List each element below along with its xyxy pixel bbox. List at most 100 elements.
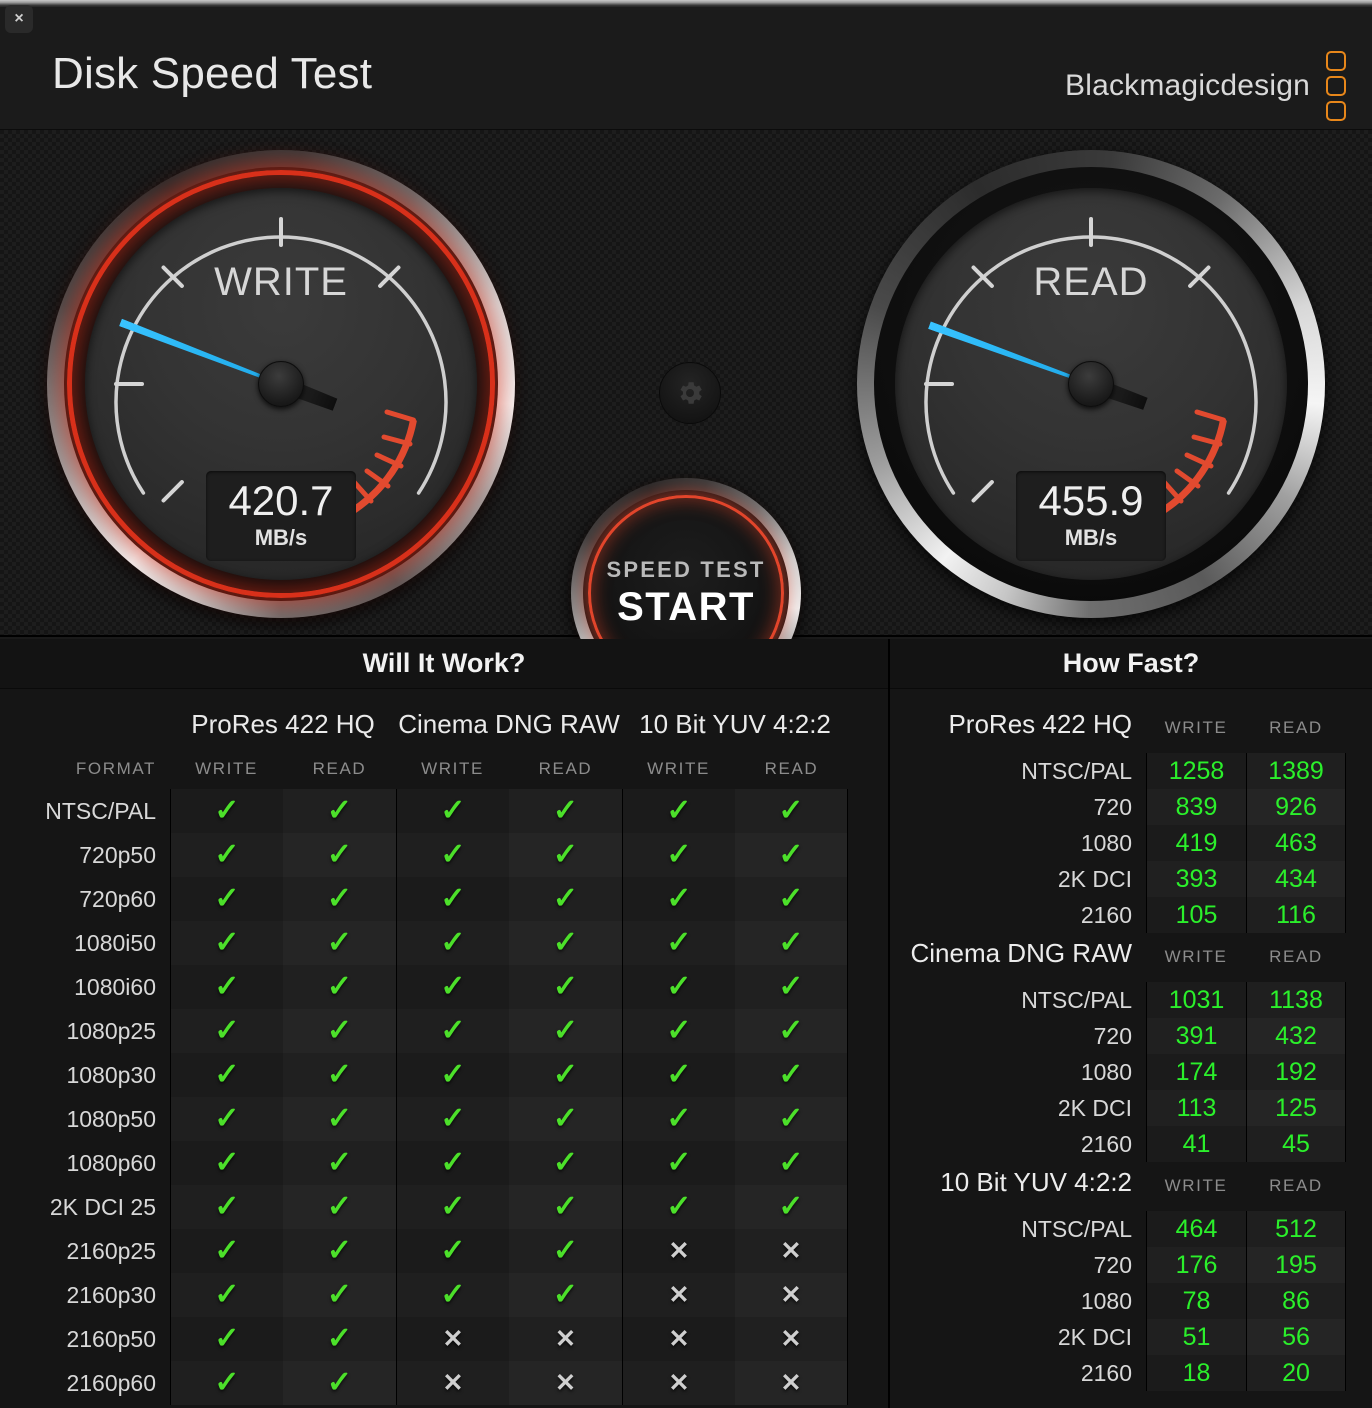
close-window-button[interactable]: × — [5, 5, 33, 33]
supported-cell: ✓ — [509, 877, 622, 921]
check-icon: ✓ — [326, 1102, 353, 1135]
row-resolution-label: 1080 — [1080, 829, 1132, 856]
check-icon: ✓ — [214, 1234, 240, 1267]
will-it-work-group-2: 10 Bit YUV 4:2:2 — [639, 709, 831, 739]
check-icon: ✓ — [326, 838, 353, 871]
check-icon: ✓ — [326, 926, 353, 959]
check-icon: ✓ — [552, 1058, 579, 1091]
check-icon: ✓ — [778, 838, 804, 871]
check-icon: ✓ — [214, 1278, 240, 1311]
table-row: 2160p25 ✓ ✓ ✓ ✓ ✕ ✕ — [0, 1229, 888, 1273]
read-speed-value: 1138 — [1246, 982, 1346, 1018]
row-resolution-label: 2160 — [1080, 1359, 1132, 1386]
supported-cell: ✓ — [283, 1053, 396, 1097]
supported-cell: ✓ — [509, 1053, 622, 1097]
write-speed-value: 1258 — [1146, 753, 1246, 789]
row-format-label: NTSC/PAL — [45, 797, 156, 824]
supported-cell: ✓ — [170, 921, 283, 965]
supported-cell: ✓ — [735, 921, 848, 965]
check-icon: ✓ — [778, 1102, 804, 1135]
check-icon: ✓ — [778, 1058, 804, 1091]
check-icon: ✓ — [552, 1278, 579, 1311]
unsupported-cell: ✕ — [622, 1229, 735, 1273]
check-icon: ✓ — [440, 1190, 466, 1223]
check-icon: ✓ — [440, 838, 466, 871]
check-icon: ✓ — [440, 1102, 466, 1135]
check-icon: ✓ — [552, 882, 579, 915]
check-icon: ✓ — [666, 1014, 692, 1047]
check-icon: ✓ — [326, 794, 353, 827]
cross-icon: ✕ — [555, 1324, 576, 1353]
check-icon: ✓ — [214, 838, 240, 871]
check-icon: ✓ — [552, 1102, 579, 1135]
supported-cell: ✓ — [396, 1141, 509, 1185]
check-icon: ✓ — [440, 1278, 466, 1311]
supported-cell: ✓ — [622, 1185, 735, 1229]
check-icon: ✓ — [552, 794, 579, 827]
table-row: 2160p50 ✓ ✓ ✕ ✕ ✕ ✕ — [0, 1317, 888, 1361]
will-it-work-subheader-0: WRITE — [195, 759, 258, 778]
supported-cell: ✓ — [735, 877, 848, 921]
write-column-header: WRITE — [1164, 947, 1228, 966]
write-value: 420.7 — [228, 477, 334, 524]
table-row: 2160p30 ✓ ✓ ✓ ✓ ✕ ✕ — [0, 1273, 888, 1317]
unsupported-cell: ✕ — [622, 1317, 735, 1361]
check-icon: ✓ — [778, 794, 804, 827]
write-readout: 420.7 MB/s — [206, 471, 356, 562]
how-fast-section-header: Cinema DNG RAW WRITE READ — [890, 938, 1372, 982]
table-row: 2160 18 20 — [890, 1355, 1372, 1391]
supported-cell: ✓ — [622, 1053, 735, 1097]
write-gauge-hub — [258, 361, 304, 407]
read-gauge-face: READ 455.9 MB/s — [895, 188, 1287, 580]
supported-cell: ✓ — [396, 965, 509, 1009]
table-row: 1080i60 ✓ ✓ ✓ ✓ ✓ ✓ — [0, 965, 888, 1009]
check-icon: ✓ — [214, 882, 240, 915]
how-fast-section-title: 10 Bit YUV 4:2:2 — [940, 1167, 1132, 1197]
how-fast-section-title: ProRes 422 HQ — [948, 709, 1132, 739]
read-speed-value: 434 — [1246, 861, 1346, 897]
supported-cell: ✓ — [170, 1053, 283, 1097]
check-icon: ✓ — [666, 926, 692, 959]
row-resolution-label: 720 — [1093, 793, 1132, 820]
table-row: 1080 419 463 — [890, 825, 1372, 861]
supported-cell: ✓ — [622, 1097, 735, 1141]
supported-cell: ✓ — [283, 1317, 396, 1361]
window-title-bar — [0, 0, 1372, 7]
write-speed-value: 464 — [1146, 1211, 1246, 1247]
check-icon: ✓ — [214, 1058, 240, 1091]
start-button-subtitle: SPEED TEST — [606, 556, 766, 582]
settings-button[interactable] — [659, 362, 721, 424]
results-area: Will It Work? How Fast? ProRes 422 HQ Cin… — [0, 639, 1372, 1408]
supported-cell: ✓ — [735, 1097, 848, 1141]
check-icon: ✓ — [440, 970, 466, 1003]
cross-icon: ✕ — [668, 1236, 690, 1265]
check-icon: ✓ — [778, 926, 804, 959]
check-icon: ✓ — [666, 1190, 692, 1223]
table-row: 2K DCI 393 434 — [890, 861, 1372, 897]
supported-cell: ✓ — [622, 921, 735, 965]
supported-cell: ✓ — [509, 1229, 622, 1273]
check-icon: ✓ — [778, 1146, 804, 1179]
cross-icon: ✕ — [442, 1324, 464, 1353]
check-icon: ✓ — [214, 1366, 240, 1399]
check-icon: ✓ — [326, 1366, 353, 1399]
table-row: NTSC/PAL 1031 1138 — [890, 982, 1372, 1018]
cross-icon: ✕ — [668, 1368, 690, 1397]
supported-cell: ✓ — [170, 1229, 283, 1273]
how-fast-table: ProRes 422 HQ WRITE READ NTSC/PAL 1258 1389 72… — [890, 689, 1372, 1408]
check-icon: ✓ — [440, 1234, 466, 1267]
read-speed-value: 56 — [1246, 1319, 1346, 1355]
supported-cell: ✓ — [170, 833, 283, 877]
row-format-label: 1080p30 — [66, 1061, 156, 1088]
check-icon: ✓ — [214, 1322, 240, 1355]
supported-cell: ✓ — [170, 965, 283, 1009]
unsupported-cell: ✕ — [622, 1273, 735, 1317]
read-speed-value: 926 — [1246, 789, 1346, 825]
check-icon: ✓ — [440, 794, 466, 827]
read-speed-value: 463 — [1246, 825, 1346, 861]
cross-icon: ✕ — [780, 1324, 802, 1353]
supported-cell: ✓ — [396, 789, 509, 833]
write-speed-value: 839 — [1146, 789, 1246, 825]
read-speed-value: 45 — [1246, 1126, 1346, 1162]
row-format-label: 2160p30 — [66, 1281, 156, 1308]
